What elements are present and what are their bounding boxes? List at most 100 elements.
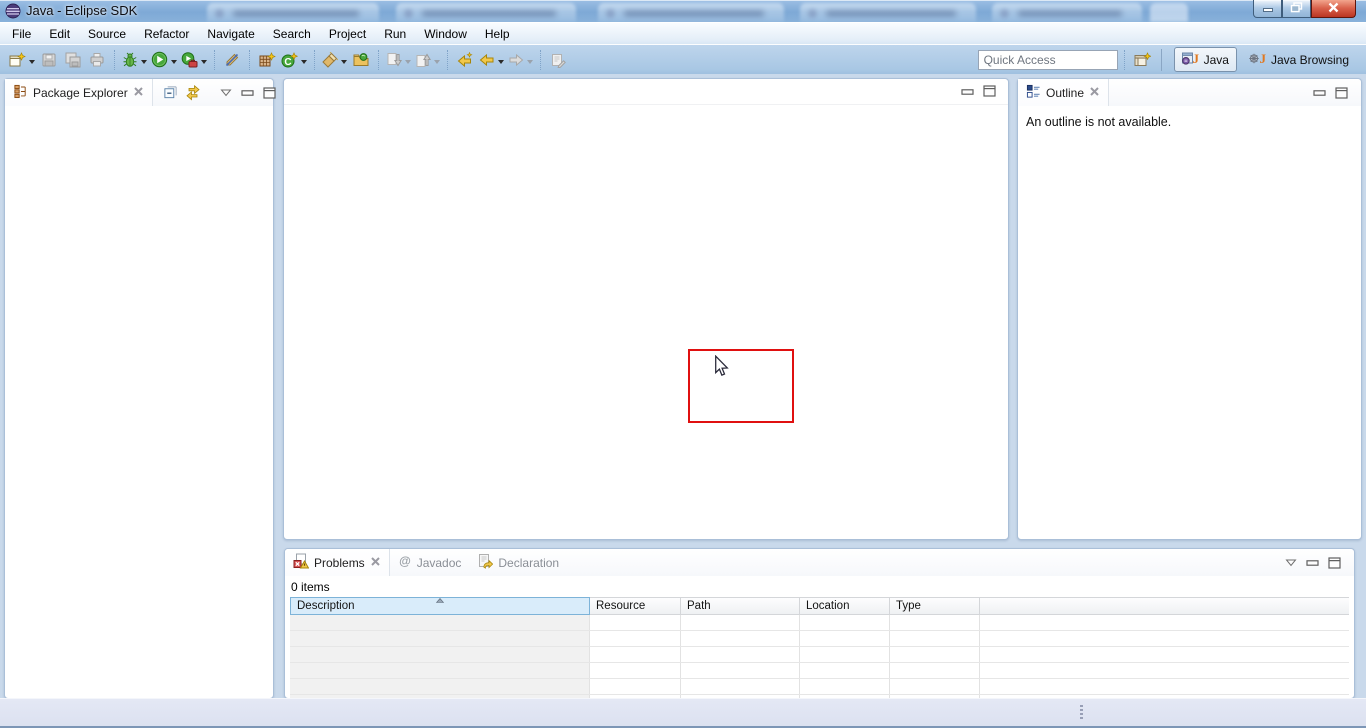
dropdown-arrow-icon[interactable] [301, 52, 307, 67]
maximize-view-button[interactable] [263, 87, 276, 99]
quick-access-input[interactable] [978, 50, 1118, 70]
new-java-project-button[interactable] [255, 48, 279, 72]
package-explorer-content[interactable] [5, 106, 273, 698]
column-header-description[interactable]: Description [290, 597, 590, 615]
tab-label: Declaration [498, 556, 559, 570]
menu-navigate[interactable]: Navigate [198, 24, 263, 44]
svg-text:C: C [284, 56, 291, 67]
close-tab-icon[interactable] [133, 86, 144, 100]
items-count: 0 items [285, 576, 1354, 596]
main-toolbar: C JJavaJJava Browsing [0, 44, 1366, 74]
table-cell [980, 631, 1349, 646]
table-cell [800, 663, 890, 678]
tab-javadoc[interactable]: @Javadoc [390, 549, 470, 576]
back-history-button[interactable] [477, 48, 506, 72]
maximize-view-button[interactable] [1335, 87, 1348, 99]
close-button[interactable] [1311, 0, 1356, 18]
menu-run[interactable]: Run [375, 24, 415, 44]
new-wizard-button[interactable] [7, 48, 37, 72]
minimize-view-button[interactable] [1306, 557, 1319, 568]
run-external-tools-button[interactable] [179, 48, 209, 72]
table-cell [290, 679, 590, 694]
problems-window-buttons [1279, 557, 1354, 569]
last-edit-location-button[interactable] [453, 48, 477, 72]
background-browser-tab [207, 3, 379, 22]
dropdown-arrow-icon[interactable] [498, 52, 504, 67]
menu-source[interactable]: Source [79, 24, 135, 44]
perspective-bar-divider [1161, 49, 1162, 71]
tab-label: Package Explorer [33, 86, 128, 100]
menu-search[interactable]: Search [264, 24, 320, 44]
view-menu-button[interactable] [1285, 558, 1297, 567]
perspective-java[interactable]: JJava [1174, 47, 1237, 72]
statusbar-drag-handle-icon[interactable] [1080, 705, 1083, 721]
close-tab-icon[interactable] [1089, 86, 1100, 100]
dropdown-arrow-icon[interactable] [201, 52, 207, 67]
close-tab-icon[interactable] [370, 556, 381, 570]
table-row [290, 647, 1349, 663]
menu-refactor[interactable]: Refactor [135, 24, 198, 44]
package-explorer-view: Package Explorer [4, 78, 274, 699]
minimize-view-button[interactable] [241, 87, 254, 98]
view-menu-button[interactable] [220, 88, 232, 97]
toolbar-separator [378, 50, 379, 70]
sort-ascending-icon [436, 598, 444, 603]
collapse-all-button[interactable] [163, 85, 178, 100]
column-header-resource[interactable]: Resource [590, 597, 681, 615]
background-browser-tab [396, 3, 576, 22]
dropdown-arrow-icon[interactable] [29, 52, 35, 67]
tab-problems[interactable]: Problems [285, 549, 390, 576]
tab-declaration[interactable]: Declaration [469, 549, 567, 576]
slashed-pencil-button[interactable] [220, 48, 244, 72]
dropdown-arrow-icon[interactable] [141, 52, 147, 67]
tab-outline[interactable]: Outline [1018, 79, 1109, 106]
table-cell [290, 647, 590, 662]
window-controls [1253, 0, 1356, 18]
open-type-button[interactable] [349, 48, 373, 72]
link-with-editor-button[interactable] [185, 85, 201, 101]
restore-button[interactable] [1282, 0, 1311, 18]
menu-help[interactable]: Help [476, 24, 519, 44]
menu-file[interactable]: File [3, 24, 40, 44]
status-bar [0, 698, 1366, 726]
perspective-java-browsing[interactable]: JJava Browsing [1241, 47, 1357, 72]
eclipse-logo-icon [5, 3, 21, 22]
minimize-view-button[interactable] [1313, 87, 1326, 98]
save-button [37, 48, 61, 72]
save-all-button [61, 48, 85, 72]
outline-icon [1026, 84, 1041, 102]
dropdown-arrow-icon[interactable] [171, 52, 177, 67]
minimize-button[interactable] [1253, 0, 1282, 18]
column-header-type[interactable]: Type [890, 597, 980, 615]
toolbar-group [220, 48, 244, 72]
table-cell [800, 679, 890, 694]
java-search-button[interactable] [320, 48, 349, 72]
toolbar-group [546, 48, 570, 72]
maximize-view-button[interactable] [1328, 557, 1341, 569]
table-cell [590, 647, 681, 662]
column-header-path[interactable]: Path [681, 597, 800, 615]
outline-header: Outline [1018, 79, 1361, 106]
run-button[interactable] [149, 48, 179, 72]
dropdown-arrow-icon[interactable] [341, 52, 347, 67]
table-row [290, 663, 1349, 679]
menu-edit[interactable]: Edit [40, 24, 79, 44]
tab-package-explorer[interactable]: Package Explorer [5, 79, 153, 106]
minimize-view-button[interactable] [961, 85, 974, 97]
tab-label: Problems [314, 556, 365, 570]
column-header-location[interactable]: Location [800, 597, 890, 615]
debug-button[interactable] [120, 48, 149, 72]
toolbar-separator [447, 50, 448, 70]
open-perspective-button[interactable] [1131, 48, 1155, 72]
forward-history-button [506, 48, 535, 72]
editor-content[interactable] [284, 105, 1008, 539]
maximize-view-button[interactable] [983, 85, 996, 97]
menu-window[interactable]: Window [415, 24, 476, 44]
new-java-class-button[interactable]: C [279, 48, 309, 72]
javadoc-icon: @ [398, 554, 412, 571]
print-button [85, 48, 109, 72]
toolbar-group [120, 48, 209, 72]
table-cell [590, 679, 681, 694]
menu-project[interactable]: Project [320, 24, 375, 44]
package-explorer-icon [13, 84, 28, 102]
